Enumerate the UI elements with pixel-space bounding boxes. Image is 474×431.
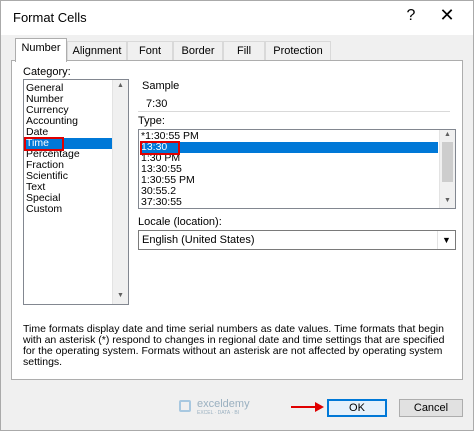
category-label: Category:	[23, 66, 71, 78]
help-icon[interactable]: ?	[403, 7, 419, 25]
scroll-thumb[interactable]	[442, 142, 453, 182]
ok-button[interactable]: OK	[327, 399, 387, 417]
locale-label: Locale (location):	[138, 216, 222, 228]
tab-number[interactable]: Number	[15, 38, 67, 62]
chevron-down-icon[interactable]: ▼	[437, 231, 455, 249]
scroll-down-arrow-icon[interactable]: ▼	[440, 197, 455, 204]
category-item[interactable]: Custom	[26, 204, 62, 215]
category-scrollbar[interactable]: ▲ ▼	[112, 80, 128, 304]
tab-protection[interactable]: Protection	[265, 41, 331, 61]
tab-alignment[interactable]: Alignment	[67, 41, 127, 61]
type-item[interactable]: 37:30:55	[141, 197, 182, 208]
exceldemy-logo-icon	[179, 400, 191, 412]
type-highlight-box	[140, 141, 180, 155]
sample-label: Sample	[142, 80, 180, 92]
red-arrow-icon	[291, 402, 324, 412]
cancel-button[interactable]: Cancel	[399, 399, 463, 417]
time-highlight-box	[24, 137, 64, 151]
format-description: Time formats display date and time seria…	[23, 323, 445, 368]
dialog-title: Format Cells	[13, 10, 87, 25]
scroll-down-arrow-icon[interactable]: ▼	[113, 292, 128, 299]
locale-value: English (United States)	[142, 234, 255, 246]
watermark-tagline: EXCEL · DATA · BI	[197, 410, 240, 416]
type-list[interactable]: *1:30:55 PM 13:30 1:30 PM 13:30:55 1:30:…	[138, 129, 456, 209]
category-list[interactable]: ▲ ▼ General Number Currency Accounting D…	[23, 79, 129, 305]
type-label: Type:	[138, 115, 165, 127]
watermark-name: exceldemy	[197, 398, 250, 410]
type-scrollbar[interactable]: ▲ ▼	[439, 130, 455, 208]
tab-border[interactable]: Border	[173, 41, 223, 61]
type-item-selected[interactable]: 13:30	[141, 142, 438, 153]
tab-fill[interactable]: Fill	[223, 41, 265, 61]
sample-divider	[138, 111, 450, 112]
format-cells-dialog: Format Cells ? ✕ Number Alignment Font B…	[0, 0, 474, 431]
sample-value: 7:30	[146, 98, 168, 110]
close-icon[interactable]: ✕	[437, 5, 457, 26]
scroll-up-arrow-icon[interactable]: ▲	[440, 131, 455, 138]
locale-dropdown[interactable]: English (United States) ▼	[138, 230, 456, 250]
scroll-up-arrow-icon[interactable]: ▲	[113, 82, 128, 89]
tab-font[interactable]: Font	[127, 41, 173, 61]
number-tab-panel: Category: ▲ ▼ General Number Currency Ac…	[11, 60, 463, 380]
